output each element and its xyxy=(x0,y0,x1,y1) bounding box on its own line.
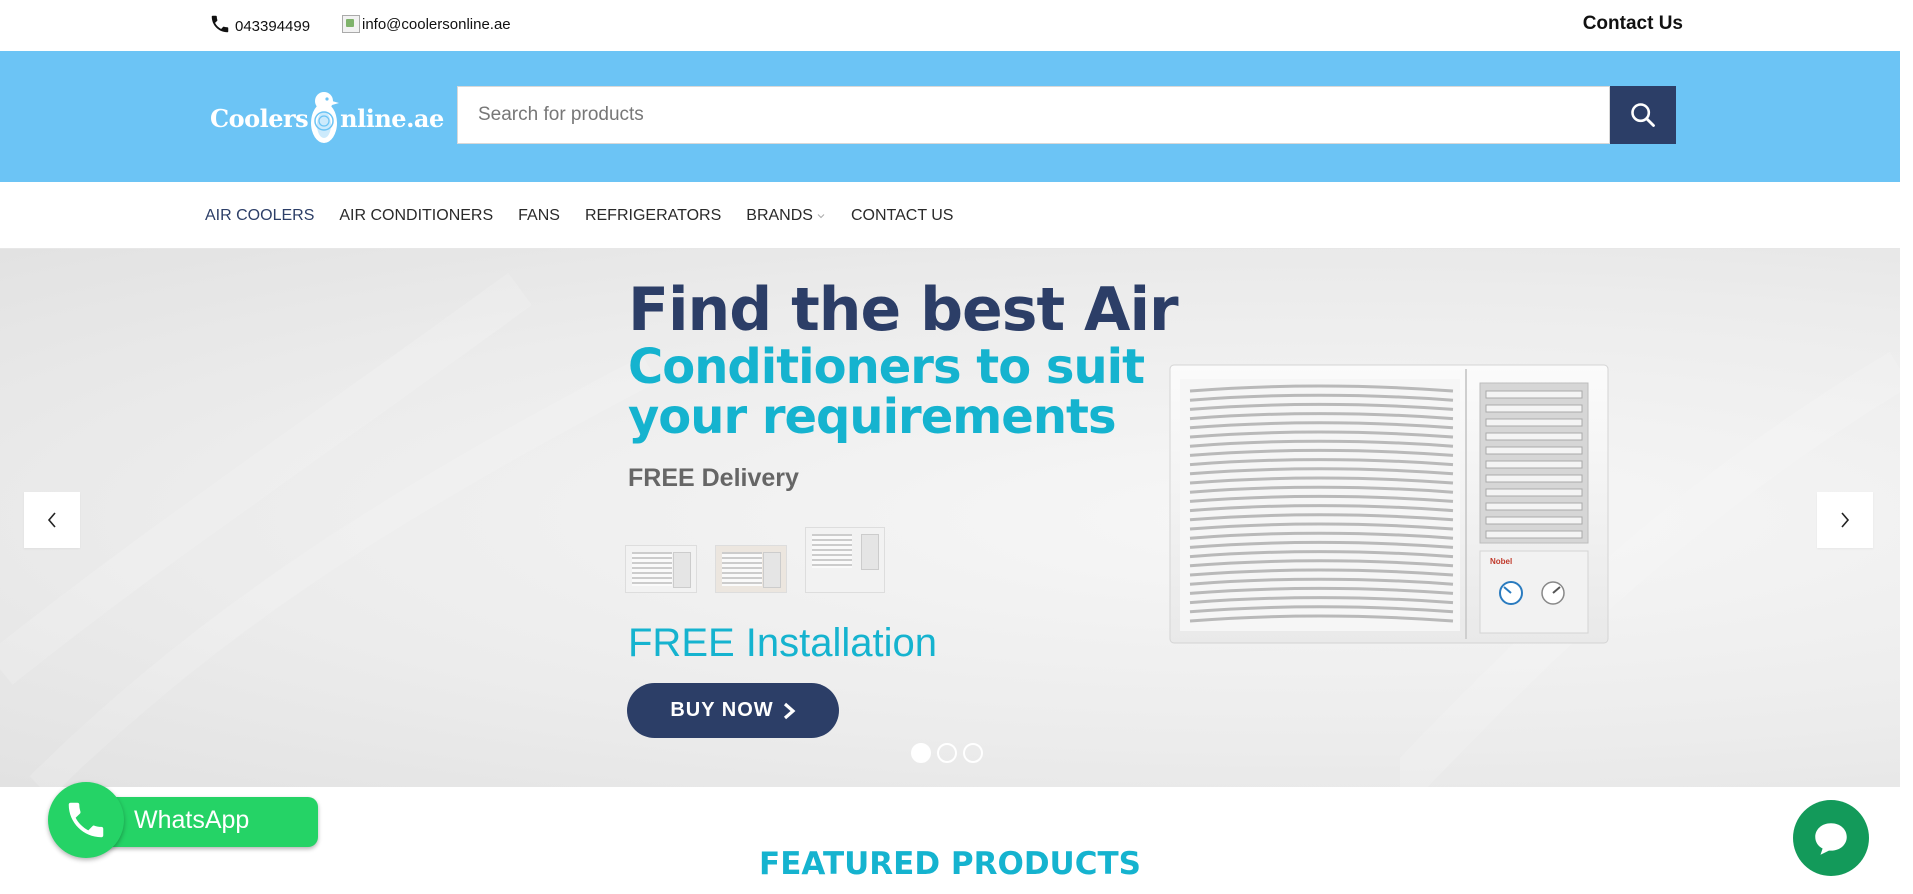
ac-vent-slat xyxy=(1485,418,1583,427)
free-installation-text: FREE Installation xyxy=(628,621,938,665)
slider-dot-1[interactable] xyxy=(911,743,931,763)
search-icon xyxy=(1631,103,1655,127)
ac-vent-slat xyxy=(1485,530,1583,539)
ac-vent-slat xyxy=(1485,446,1583,455)
ac-vent-slat xyxy=(1485,460,1583,469)
logo-text-left: Coolers xyxy=(210,103,309,133)
search-input[interactable] xyxy=(457,86,1610,144)
buy-now-label: BUY NOW xyxy=(670,699,774,721)
phone-contact[interactable]: 043394499 xyxy=(209,13,310,39)
penguin-logo-icon xyxy=(311,92,340,143)
whatsapp-icon xyxy=(48,782,124,858)
ac-vent-slat xyxy=(1485,432,1583,441)
whatsapp-label: WhatsApp xyxy=(134,805,250,834)
phone-icon xyxy=(209,13,231,39)
topbar: 043394499 info@coolersonline.ae Contact … xyxy=(0,0,1900,51)
search-button[interactable] xyxy=(1610,86,1676,144)
svg-text:Nobel: Nobel xyxy=(1490,557,1512,566)
ac-vent-slat xyxy=(1485,488,1583,497)
slider-dot-3[interactable] xyxy=(963,743,983,763)
nav-item-brands-label: BRANDS xyxy=(746,207,813,224)
slider-dot-2[interactable] xyxy=(937,743,957,763)
email-address: info@coolersonline.ae xyxy=(362,15,511,33)
free-delivery-text: FREE Delivery xyxy=(628,464,799,492)
ac-vent-slat xyxy=(1485,474,1583,483)
chevron-down-icon xyxy=(817,214,825,219)
background-feather-decoration xyxy=(0,272,657,787)
whatsapp-button[interactable]: WhatsApp xyxy=(48,782,318,858)
page: 043394499 info@coolersonline.ae Contact … xyxy=(0,0,1900,894)
thumbnail-ac-3 xyxy=(805,527,885,593)
ac-vent-slat xyxy=(1485,502,1583,511)
nav-item-brands[interactable]: BRANDS xyxy=(746,207,826,225)
slider-dots xyxy=(911,743,983,763)
buy-now-button[interactable]: BUY NOW xyxy=(627,683,839,738)
hero-title-line2: Conditioners to suit your requirements xyxy=(628,339,1145,445)
nav-item-refrigerators[interactable]: REFRIGERATORS xyxy=(585,207,721,225)
chevron-right-icon xyxy=(1841,512,1850,528)
nav-item-contact-us[interactable]: CONTACT US xyxy=(851,207,954,225)
chevron-right-icon xyxy=(783,702,796,719)
slider-next-button[interactable] xyxy=(1817,492,1873,548)
hero-title-line1: Find the best Air xyxy=(628,275,1179,345)
ac-vent-slat xyxy=(1485,390,1583,399)
featured-products-heading: FEATURED PRODUCTS xyxy=(759,846,1141,882)
hero-slider: Find the best Air Conditioners to suit y… xyxy=(0,249,1900,787)
email-contact[interactable]: info@coolersonline.ae xyxy=(342,15,511,33)
thumbnail-ac-2 xyxy=(715,545,787,593)
chat-bubble-icon xyxy=(1815,823,1847,855)
nav-item-air-coolers[interactable]: AIR COOLERS xyxy=(205,207,314,225)
email-icon xyxy=(342,15,360,33)
search-bar xyxy=(457,86,1676,144)
chat-widget-button[interactable] xyxy=(1793,800,1869,876)
chevron-left-icon xyxy=(47,512,56,528)
site-logo[interactable]: Coolers nline.ae xyxy=(210,89,444,147)
product-thumbnails xyxy=(625,527,885,593)
nav-item-fans[interactable]: FANS xyxy=(518,207,560,225)
ac-vent-slat xyxy=(1485,404,1583,413)
slider-prev-button[interactable] xyxy=(24,492,80,548)
phone-number: 043394499 xyxy=(235,17,311,35)
nav-item-air-conditioners[interactable]: AIR CONDITIONERS xyxy=(339,207,493,225)
header: Coolers nline.ae xyxy=(0,51,1900,182)
main-nav: AIR COOLERS AIR CONDITIONERS FANS REFRIG… xyxy=(0,182,1900,249)
ac-vent-slat xyxy=(1485,516,1583,525)
thumbnail-ac-1 xyxy=(625,545,697,593)
window-ac-product-image: Nobel xyxy=(1169,364,1609,644)
contact-us-link[interactable]: Contact Us xyxy=(1583,13,1683,35)
logo-text-right: nline.ae xyxy=(340,103,444,133)
